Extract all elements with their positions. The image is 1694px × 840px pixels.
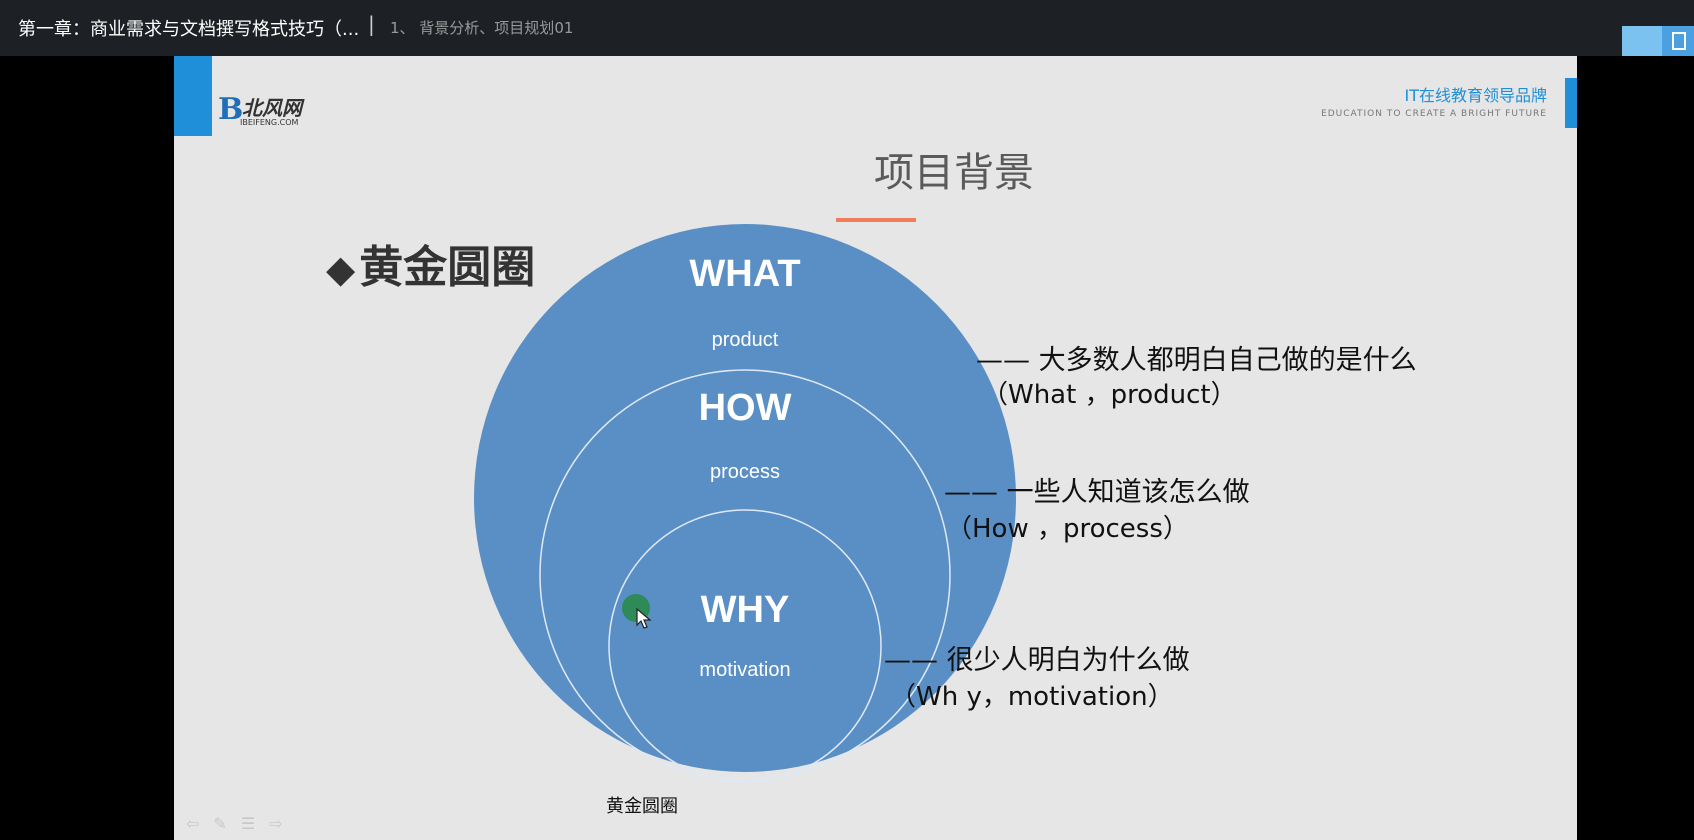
back-icon[interactable]: ⇦	[186, 814, 213, 833]
slide-toolbar: ⇦✎☰⇨	[186, 814, 297, 833]
what-label: WHAT	[689, 253, 800, 295]
lesson-title[interactable]: 1、 背景分析、项目规划01	[390, 17, 573, 38]
why-explanation: —— 很少人明白为什么做	[884, 645, 1190, 676]
slide-canvas: B 北风网 IBEIFENG.COM IT在线教育领导品牌 EDUCATION …	[174, 56, 1577, 840]
what-explanation-sub: （What ，product）	[982, 380, 1237, 410]
what-explanation: —— 大多数人都明白自己做的是什么	[976, 345, 1417, 376]
logo-name: 北风网	[242, 96, 302, 120]
what-sub: product	[712, 329, 779, 351]
why-label: WHY	[701, 589, 790, 631]
slide-accent-bar-right	[1565, 78, 1577, 128]
title-separator: |	[368, 12, 375, 36]
diamond-bullet-icon: ◆	[326, 247, 356, 291]
slide-accent-bar-left	[174, 56, 212, 136]
diagram-caption: 黄金圆圈	[606, 796, 678, 817]
how-sub: process	[710, 461, 780, 483]
title-underline	[836, 218, 916, 222]
slide-title: 项目背景	[874, 150, 1034, 196]
brand-slogan-en: EDUCATION TO CREATE A BRIGHT FUTURE	[1321, 109, 1547, 119]
forward-icon[interactable]: ⇨	[269, 814, 296, 833]
beifeng-logo: B 北风网 IBEIFENG.COM	[218, 92, 318, 132]
course-title[interactable]: 第一章：商业需求与文档撰写格式技巧（...	[18, 15, 359, 41]
how-explanation: —— 一些人知道该怎么做	[944, 477, 1250, 508]
why-sub: motivation	[699, 659, 790, 681]
cursor-icon	[636, 608, 652, 629]
menu-icon[interactable]: ☰	[241, 814, 269, 833]
how-label: HOW	[699, 387, 792, 429]
fullscreen-icon[interactable]	[1622, 26, 1694, 56]
logo-url: IBEIFENG.COM	[240, 118, 299, 127]
how-explanation-sub: （How ，process）	[946, 514, 1189, 544]
brand-slogan: IT在线教育领导品牌	[1404, 86, 1548, 105]
pen-icon[interactable]: ✎	[213, 814, 240, 833]
why-explanation-sub: （Wh y，motivation）	[890, 682, 1174, 712]
video-title-bar: 第一章：商业需求与文档撰写格式技巧（... | 1、 背景分析、项目规划01	[0, 0, 1694, 56]
